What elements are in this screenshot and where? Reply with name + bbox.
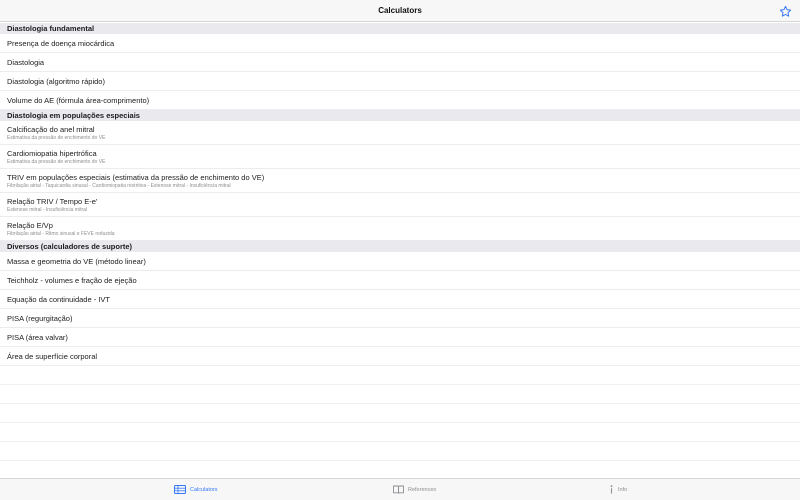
list-item-title: Cardiomiopatia hipertrófica (7, 148, 97, 158)
tab-bar: Calculators References Info (0, 478, 800, 500)
list-item-subtitle: Fibrilação atrial - Ritmo sinusal e FEVE… (7, 230, 115, 237)
tab-calculators[interactable]: Calculators (174, 479, 218, 500)
tab-label: References (408, 487, 437, 493)
list-item[interactable]: PISA (regurgitação) (0, 309, 800, 328)
list-item-title: TRIV em populações especiais (estimativa… (7, 172, 265, 182)
list-item-title: Relação E/Vp (7, 220, 53, 230)
tab-label: Calculators (190, 487, 218, 493)
list-item[interactable]: Equação da continuidade - IVT (0, 290, 800, 309)
list-item-title: Relação TRIV / Tempo E-e' (7, 196, 98, 206)
book-icon (393, 481, 404, 499)
list-item[interactable]: Massa e geometria do VE (método linear) (0, 252, 800, 271)
list-item-subtitle: Estimativa da pressão de enchimento do V… (7, 158, 106, 165)
list-item-title: Área de superfície corporal (7, 351, 98, 361)
empty-row (0, 385, 800, 404)
list-item[interactable]: Calcificação do anel mitral Estimativa d… (0, 121, 800, 145)
list-item[interactable]: Relação TRIV / Tempo E-e' Estenose mitra… (0, 193, 800, 217)
empty-row (0, 442, 800, 461)
list-item[interactable]: Cardiomiopatia hipertrófica Estimativa d… (0, 145, 800, 169)
empty-row (0, 366, 800, 385)
tab-info[interactable]: Info (609, 479, 627, 500)
list-item-subtitle: Estenose mitral - Insuficiência mitral (7, 206, 88, 213)
empty-row (0, 404, 800, 423)
list-item[interactable]: Diastologia (algoritmo rápido) (0, 72, 800, 91)
list-item[interactable]: Relação E/Vp Fibrilação atrial - Ritmo s… (0, 217, 800, 241)
list-item-title: Calcificação do anel mitral (7, 124, 95, 134)
list-item-title: Massa e geometria do VE (método linear) (7, 256, 146, 266)
navigation-bar: Calculators (0, 0, 800, 22)
info-icon (609, 481, 614, 499)
list-item-title: Teichholz - volumes e fração de ejeção (7, 275, 137, 285)
list-item-title: Equação da continuidade - IVT (7, 294, 110, 304)
list-item-title: PISA (área valvar) (7, 332, 68, 342)
list-item-title: Diastologia (7, 57, 45, 67)
empty-row (0, 423, 800, 442)
section-header: Diastologia fundamental (0, 23, 800, 34)
list-item-title: Diastologia (algoritmo rápido) (7, 76, 105, 86)
tab-references[interactable]: References (393, 479, 436, 500)
list-item[interactable]: Diastologia (0, 53, 800, 72)
tab-label: Info (618, 487, 628, 493)
list-item-subtitle: Estimativa da pressão de enchimento do V… (7, 134, 106, 141)
calculator-list[interactable]: Diastologia fundamental Presença de doen… (0, 23, 800, 477)
empty-row (0, 461, 800, 477)
page-title: Calculators (378, 6, 422, 15)
list-item[interactable]: TRIV em populações especiais (estimativa… (0, 169, 800, 193)
section-header: Diversos (calculadores de suporte) (0, 241, 800, 252)
list-item[interactable]: Área de superfície corporal (0, 347, 800, 366)
favorites-star-icon[interactable] (778, 4, 792, 18)
list-item-title: Presença de doença miocárdica (7, 38, 115, 48)
list-item[interactable]: PISA (área valvar) (0, 328, 800, 347)
list-item[interactable]: Volume do AE (fórmula área-comprimento) (0, 91, 800, 110)
list-item-title: PISA (regurgitação) (7, 313, 73, 323)
list-item[interactable]: Teichholz - volumes e fração de ejeção (0, 271, 800, 290)
section-header: Diastologia em populações especiais (0, 110, 800, 121)
table-icon (174, 481, 186, 499)
list-item[interactable]: Presença de doença miocárdica (0, 34, 800, 53)
list-item-subtitle: Fibrilação atrial - Taquicardia sinusal … (7, 182, 231, 189)
list-item-title: Volume do AE (fórmula área-comprimento) (7, 95, 150, 105)
